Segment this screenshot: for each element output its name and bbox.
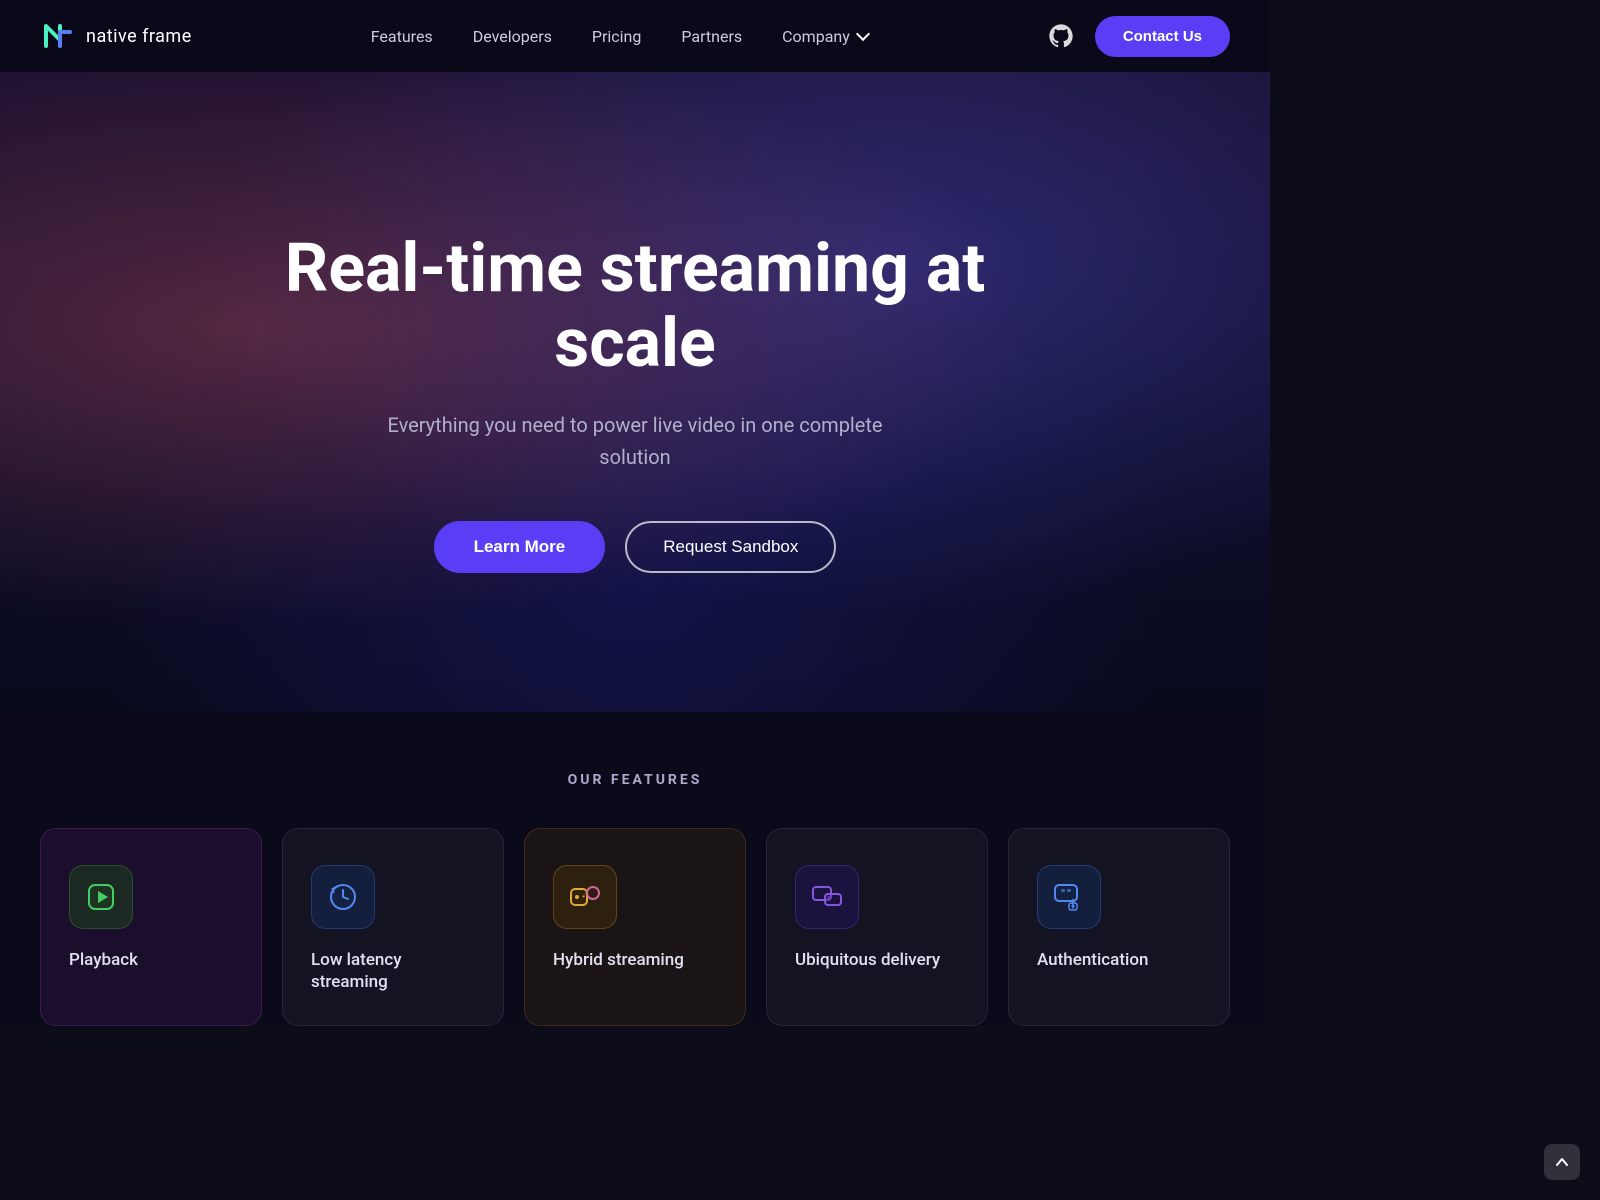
- request-sandbox-button[interactable]: Request Sandbox: [625, 521, 836, 573]
- feature-icon-wrap-hybrid: [553, 865, 617, 929]
- chevron-down-icon: [856, 27, 870, 41]
- auth-icon: [1053, 881, 1085, 913]
- nav-company[interactable]: Company: [782, 27, 868, 46]
- logo[interactable]: native frame: [40, 18, 192, 54]
- feature-card-delivery[interactable]: Ubiquitous delivery: [766, 828, 988, 1026]
- feature-icon-wrap-delivery: [795, 865, 859, 929]
- nav-links: Features Developers Pricing Partners Com…: [371, 27, 868, 46]
- nav-developers[interactable]: Developers: [473, 27, 552, 46]
- feature-icon-wrap-playback: [69, 865, 133, 929]
- nav-partners[interactable]: Partners: [681, 27, 742, 46]
- hero-subtitle: Everything you need to power live video …: [375, 409, 895, 473]
- feature-name-auth: Authentication: [1037, 949, 1148, 971]
- hero-buttons: Learn More Request Sandbox: [434, 521, 837, 573]
- contact-button[interactable]: Contact Us: [1095, 16, 1230, 57]
- navbar-actions: Contact Us: [1047, 16, 1230, 57]
- nav-pricing[interactable]: Pricing: [592, 27, 642, 46]
- chevron-up-icon: [1554, 1154, 1570, 1170]
- github-icon[interactable]: [1047, 22, 1075, 50]
- logo-icon: [40, 18, 76, 54]
- nav-features[interactable]: Features: [371, 27, 433, 46]
- hero-section: Real-time streaming at scale Everything …: [0, 72, 1270, 712]
- playback-icon: [85, 881, 117, 913]
- features-section: OUR FEATURES Playback Low l: [0, 712, 1270, 1026]
- features-label: OUR FEATURES: [40, 772, 1230, 788]
- feature-card-playback[interactable]: Playback: [40, 828, 262, 1026]
- feature-icon-wrap-low-latency: [311, 865, 375, 929]
- navbar: native frame Features Developers Pricing…: [0, 0, 1270, 72]
- delivery-icon: [811, 881, 843, 913]
- hero-title: Real-time streaming at scale: [235, 231, 1035, 381]
- feature-icon-wrap-auth: [1037, 865, 1101, 929]
- feature-name-low-latency: Low latency streaming: [311, 949, 475, 993]
- hybrid-icon: [569, 881, 601, 913]
- learn-more-button[interactable]: Learn More: [434, 521, 606, 573]
- feature-card-auth[interactable]: Authentication: [1008, 828, 1230, 1026]
- features-grid: Playback Low latency streaming: [40, 828, 1230, 1026]
- clock-icon: [327, 881, 359, 913]
- feature-name-playback: Playback: [69, 949, 138, 971]
- feature-card-low-latency[interactable]: Low latency streaming: [282, 828, 504, 1026]
- feature-card-hybrid[interactable]: Hybrid streaming: [524, 828, 746, 1026]
- feature-name-hybrid: Hybrid streaming: [553, 949, 684, 971]
- scroll-up-button[interactable]: [1544, 1144, 1580, 1180]
- feature-name-delivery: Ubiquitous delivery: [795, 949, 940, 971]
- logo-text: native frame: [86, 26, 192, 47]
